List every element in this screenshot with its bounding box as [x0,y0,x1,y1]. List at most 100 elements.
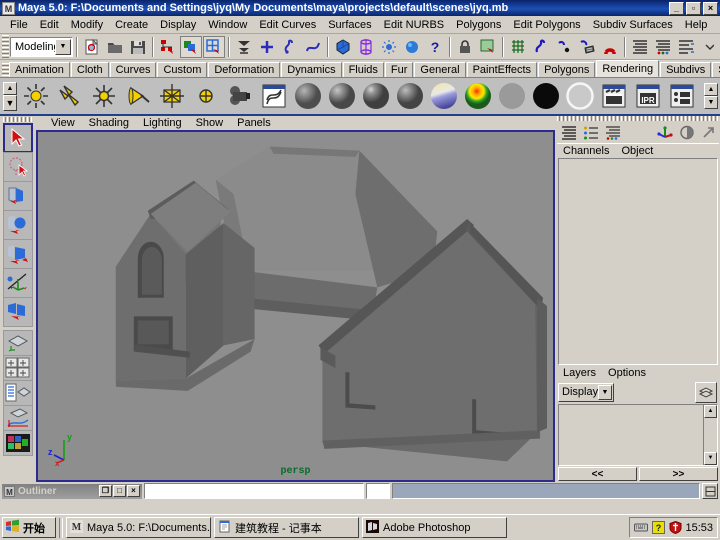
ambient-light-icon[interactable] [19,79,53,113]
magnet-snap-icon[interactable] [599,35,621,58]
select-by-component-icon[interactable] [203,35,225,58]
light-icon[interactable] [378,35,400,58]
toolbar-drag-handle[interactable] [2,34,9,59]
point-light-icon[interactable] [87,79,121,113]
toolbar-overflow-icon[interactable] [698,35,720,58]
rotate-tool[interactable] [3,239,33,269]
shelf-tab-fluids[interactable]: Fluids [342,62,384,77]
channel-box-list[interactable] [558,158,718,365]
menu-item-file[interactable]: File [4,18,34,32]
menu-item-modify[interactable]: Modify [65,18,109,32]
hypershade-icon[interactable] [257,79,291,113]
outliner-close-button[interactable]: × [127,485,140,497]
viewport-menu-lighting[interactable]: Lighting [136,117,189,129]
menu-item-edit[interactable]: Edit [34,18,65,32]
layer-scroll-down-button[interactable]: ▼ [704,452,717,465]
render-sphere-icon[interactable] [401,35,423,58]
toolbox-drag-handle[interactable] [3,117,33,122]
taskbar-item-photoshop[interactable]: Adobe Photoshop [362,517,507,538]
keyboard-ime-icon[interactable] [634,521,649,535]
shelf-tab-animation[interactable]: Animation [9,62,70,77]
shelf-scroll-up-button[interactable]: ▲ [3,81,17,95]
blinn-material-sphere-icon[interactable] [325,79,359,113]
shelf-tab-dynamics[interactable]: Dynamics [281,62,342,77]
maximize-button[interactable]: ▫ [686,1,701,15]
ramp-shader-sphere-icon[interactable] [461,79,495,113]
curve-snap2-icon[interactable] [530,35,552,58]
ipr-render-frame-icon[interactable]: IPR [631,79,665,113]
select-tool[interactable] [3,123,33,153]
nurbs-cylinder-icon[interactable] [355,35,377,58]
paint-select-tool[interactable] [3,181,33,211]
layer-scroll-up-button[interactable]: ▲ [704,405,717,418]
menu-item-window[interactable]: Window [202,18,253,32]
lock-icon[interactable] [454,35,476,58]
point-snap-plus-icon[interactable] [256,35,278,58]
viewport-3d[interactable]: y z x persp [36,130,555,482]
arrow-icon[interactable] [699,123,719,142]
half-circle-icon[interactable] [677,123,697,142]
curve-snap-icon[interactable] [279,35,301,58]
lambert-material-sphere-icon[interactable] [291,79,325,113]
command-input[interactable] [144,483,364,499]
hypershade-persp-layout[interactable] [3,430,33,456]
select-by-hierarchy-icon[interactable] [157,35,179,58]
axis-color-icon[interactable] [655,123,675,142]
persp-graph-layout[interactable] [3,405,33,431]
shelf-page-up-button[interactable]: ▲ [704,83,718,96]
open-scene-icon[interactable] [104,35,126,58]
phonge-material-sphere-icon[interactable] [393,79,427,113]
shading-map-sphere-icon[interactable] [563,79,597,113]
menu-item-help[interactable]: Help [679,18,714,32]
surface-shader-sphere-icon[interactable] [495,79,529,113]
surface-snap-icon[interactable] [302,35,324,58]
viewport-canvas[interactable] [38,132,553,480]
render-globals-settings-icon[interactable] [665,79,699,113]
taskbar-item-maya[interactable]: M Maya 5.0: F:\Documents... [66,517,211,538]
outliner-window-title[interactable]: M Outliner ❐ □ × [2,483,142,499]
shelf-tab-deformation[interactable]: Deformation [208,62,281,77]
help-question-icon[interactable]: ? [651,521,665,535]
shelf-tab-cloth[interactable]: Cloth [70,62,109,77]
new-scene-icon[interactable] [81,35,103,58]
menu-item-create[interactable]: Create [109,18,154,32]
shelf-tab-general[interactable]: General [414,62,466,77]
close-button[interactable]: × [703,1,718,15]
polygon-cube-icon[interactable] [332,35,354,58]
tool-settings-icon[interactable] [603,123,623,142]
viewport-menu-shading[interactable]: Shading [82,117,136,129]
anisotropic-material-sphere-icon[interactable] [427,79,461,113]
menu-item-edit-nurbs[interactable]: Edit NURBS [378,18,451,32]
render-frame-icon[interactable] [597,79,631,113]
four-view-layout[interactable] [3,355,33,381]
select-by-object-icon[interactable] [180,35,202,58]
outliner-restore-button[interactable]: ❐ [99,485,112,497]
help-line[interactable] [392,483,700,499]
object-menu[interactable]: Object [615,145,659,157]
channel-box-icon[interactable] [559,123,579,142]
shelf-scroll-down-button[interactable]: ▼ [3,94,17,111]
channels-menu[interactable]: Channels [557,145,615,157]
shelf-tab-painteffects[interactable]: PaintEffects [466,62,538,77]
new-layer-icon[interactable] [695,381,717,403]
outliner-maximize-button[interactable]: □ [113,485,126,497]
shelf-tab-polygons[interactable]: Polygons [538,62,596,77]
render-current-frame-icon[interactable] [652,35,674,58]
viewport-menu-show[interactable]: Show [189,117,231,129]
layer-prev-button[interactable]: << [558,467,637,481]
ipr-render-icon[interactable] [675,35,697,58]
command-result-field[interactable] [366,483,390,499]
menu-set-selector[interactable]: Modeling ▼ [10,36,73,57]
layer-list-scrollbar[interactable]: ▲ ▼ [703,405,717,465]
layers-menu[interactable]: Layers [557,367,602,379]
directional-light-icon[interactable] [53,79,87,113]
chevron-down-icon[interactable]: ▼ [55,38,71,55]
attribute-editor-icon[interactable] [581,123,601,142]
save-scene-icon[interactable] [127,35,149,58]
lasso-select-tool[interactable] [3,152,33,182]
menu-item-subdiv-surfaces[interactable]: Subdiv Surfaces [587,18,679,32]
menu-item-polygons[interactable]: Polygons [450,18,507,32]
menu-item-edit-curves[interactable]: Edit Curves [253,18,322,32]
shelf-page-down-button[interactable]: ▼ [704,96,718,109]
phong-material-sphere-icon[interactable] [359,79,393,113]
